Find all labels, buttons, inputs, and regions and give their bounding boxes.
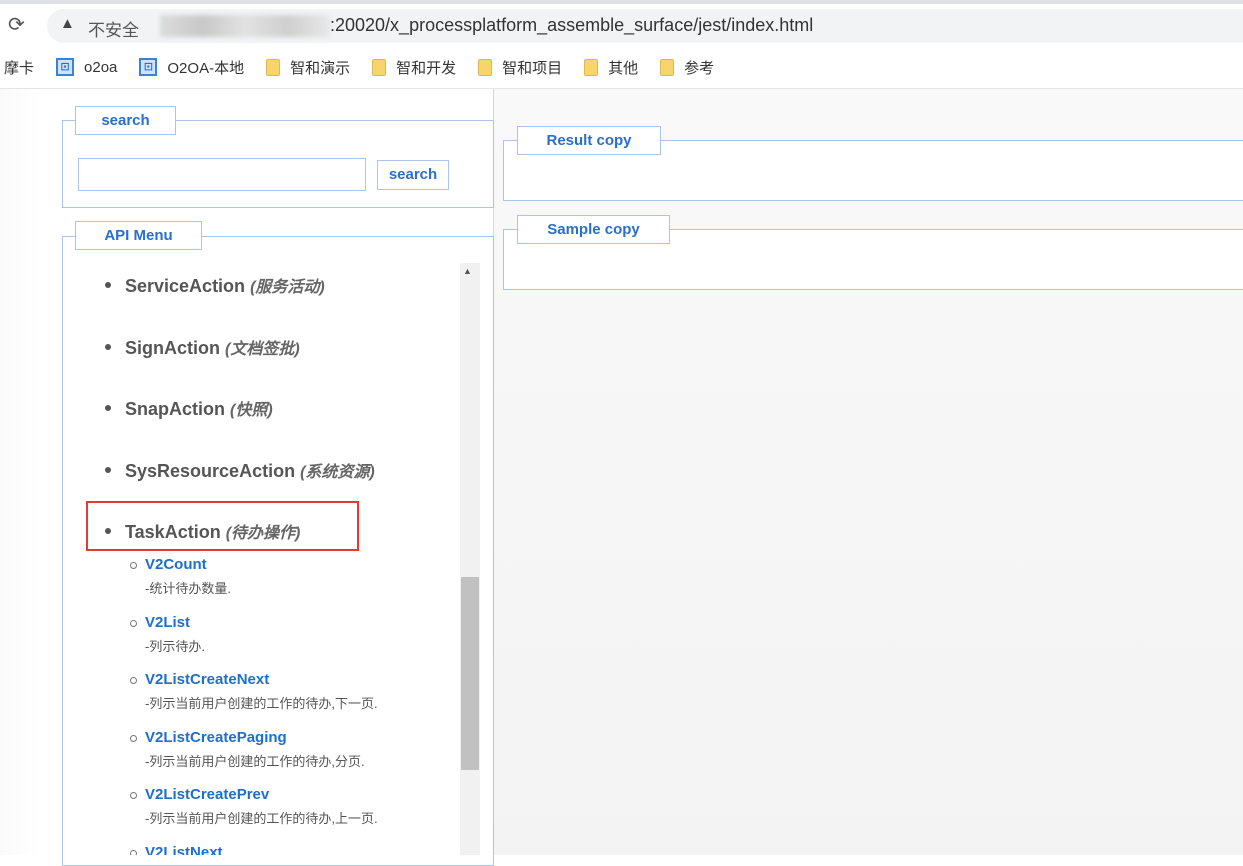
bookmark-item[interactable]: 摩卡 (4, 57, 34, 78)
action-cn-name: (服务活动) (250, 279, 325, 296)
api-menu-list: ServiceAction (服务活动) SignAction (文档签批) Sna… (63, 263, 459, 855)
api-link[interactable]: V2ListCreateNext (145, 671, 269, 688)
bullet-icon (105, 466, 111, 473)
reload-icon[interactable]: ⟳ (8, 12, 25, 37)
menu-item-label[interactable]: SignAction (文档签批) (125, 335, 300, 359)
api-desc: -列示待办. (145, 638, 205, 654)
circle-bullet-icon (130, 792, 137, 799)
bookmarks-bar: 摩卡 ⊡ o2oa ⊡ O2OA-本地 智和演示 智和开发 智和项目 其他 参考 (0, 50, 736, 84)
action-name: SnapAction (125, 399, 226, 419)
api-link[interactable]: V2List (145, 614, 190, 631)
bookmark-label: o2oa (84, 58, 118, 76)
page-icon: ⊡ (139, 58, 158, 76)
scrollbar-thumb[interactable] (461, 577, 479, 770)
menu-item-label[interactable]: SnapAction (快照) (125, 396, 273, 420)
bookmark-label: 智和项目 (502, 59, 563, 77)
bookmark-label: 智和开发 (396, 59, 457, 77)
bookmark-item[interactable]: ⊡ O2OA-本地 (139, 57, 244, 78)
search-legend: search (75, 106, 176, 135)
bullet-icon (105, 405, 111, 411)
scroll-up-icon[interactable]: ▲ (463, 266, 472, 276)
bookmark-label: O2OA-本地 (167, 59, 245, 77)
action-cn-name: (系统资源) (300, 463, 375, 481)
circle-bullet-icon (130, 562, 137, 569)
api-link[interactable]: V2ListNext (145, 844, 223, 856)
bookmark-item[interactable]: 其他 (584, 57, 638, 78)
api-desc: -列示当前用户创建的工作的待办,上一页. (145, 811, 378, 826)
circle-bullet-icon (130, 849, 137, 855)
action-name: SignAction (125, 337, 220, 358)
api-link[interactable]: V2ListCreatePaging (145, 729, 287, 746)
circle-bullet-icon (130, 677, 137, 684)
action-cn-name: (快照) (230, 402, 273, 419)
action-name: SysResourceAction (125, 460, 296, 481)
bookmark-label: 智和演示 (290, 59, 351, 77)
bookmark-label: 参考 (684, 59, 715, 77)
menu-item-label[interactable]: SysResourceAction (系统资源) (125, 458, 375, 482)
action-cn-name: (文档签批) (225, 340, 300, 358)
folder-icon (478, 58, 493, 76)
insecure-label[interactable]: 不安全 (88, 16, 139, 41)
menu-item-label[interactable]: ServiceAction (服务活动) (125, 273, 325, 297)
folder-icon (266, 58, 281, 76)
api-link[interactable]: V2ListCreatePrev (145, 786, 269, 803)
result-legend: Result copy (517, 126, 661, 155)
action-name: ServiceAction (125, 276, 246, 296)
folder-icon (372, 58, 387, 76)
search-input[interactable] (78, 158, 366, 191)
browser-top-border (0, 0, 1243, 4)
url-text[interactable]: :20020/x_processplatform_assemble_surfac… (330, 15, 813, 36)
bookmark-item[interactable]: 参考 (660, 57, 714, 78)
circle-bullet-icon (130, 619, 137, 627)
folder-icon (660, 58, 675, 76)
blurred-host (160, 15, 330, 37)
right-pane (494, 89, 1243, 855)
api-desc: -列示当前用户创建的工作的待办,下一页. (145, 696, 378, 711)
warning-icon[interactable]: ▲ (60, 15, 75, 32)
page-icon: ⊡ (56, 58, 75, 76)
folder-icon (584, 58, 599, 76)
circle-bullet-icon (130, 734, 137, 742)
api-link[interactable]: V2Count (145, 556, 207, 573)
bookmark-item[interactable]: 智和项目 (478, 57, 562, 78)
sample-legend: Sample copy (517, 215, 670, 244)
bullet-icon (105, 343, 111, 350)
bookmark-item[interactable]: 智和开发 (372, 57, 456, 78)
bookmark-label: 其他 (608, 59, 639, 77)
bookmark-label: 摩卡 (4, 59, 35, 77)
search-button[interactable]: search (377, 160, 449, 190)
api-menu-legend: API Menu (75, 221, 202, 250)
highlight-box (86, 501, 359, 551)
bullet-icon (105, 282, 111, 288)
bookmark-item[interactable]: 智和演示 (266, 57, 350, 78)
api-desc: -列示当前用户创建的工作的待办,分页. (145, 753, 365, 769)
api-desc: -统计待办数量. (145, 581, 231, 596)
bookmark-item[interactable]: ⊡ o2oa (56, 58, 117, 76)
